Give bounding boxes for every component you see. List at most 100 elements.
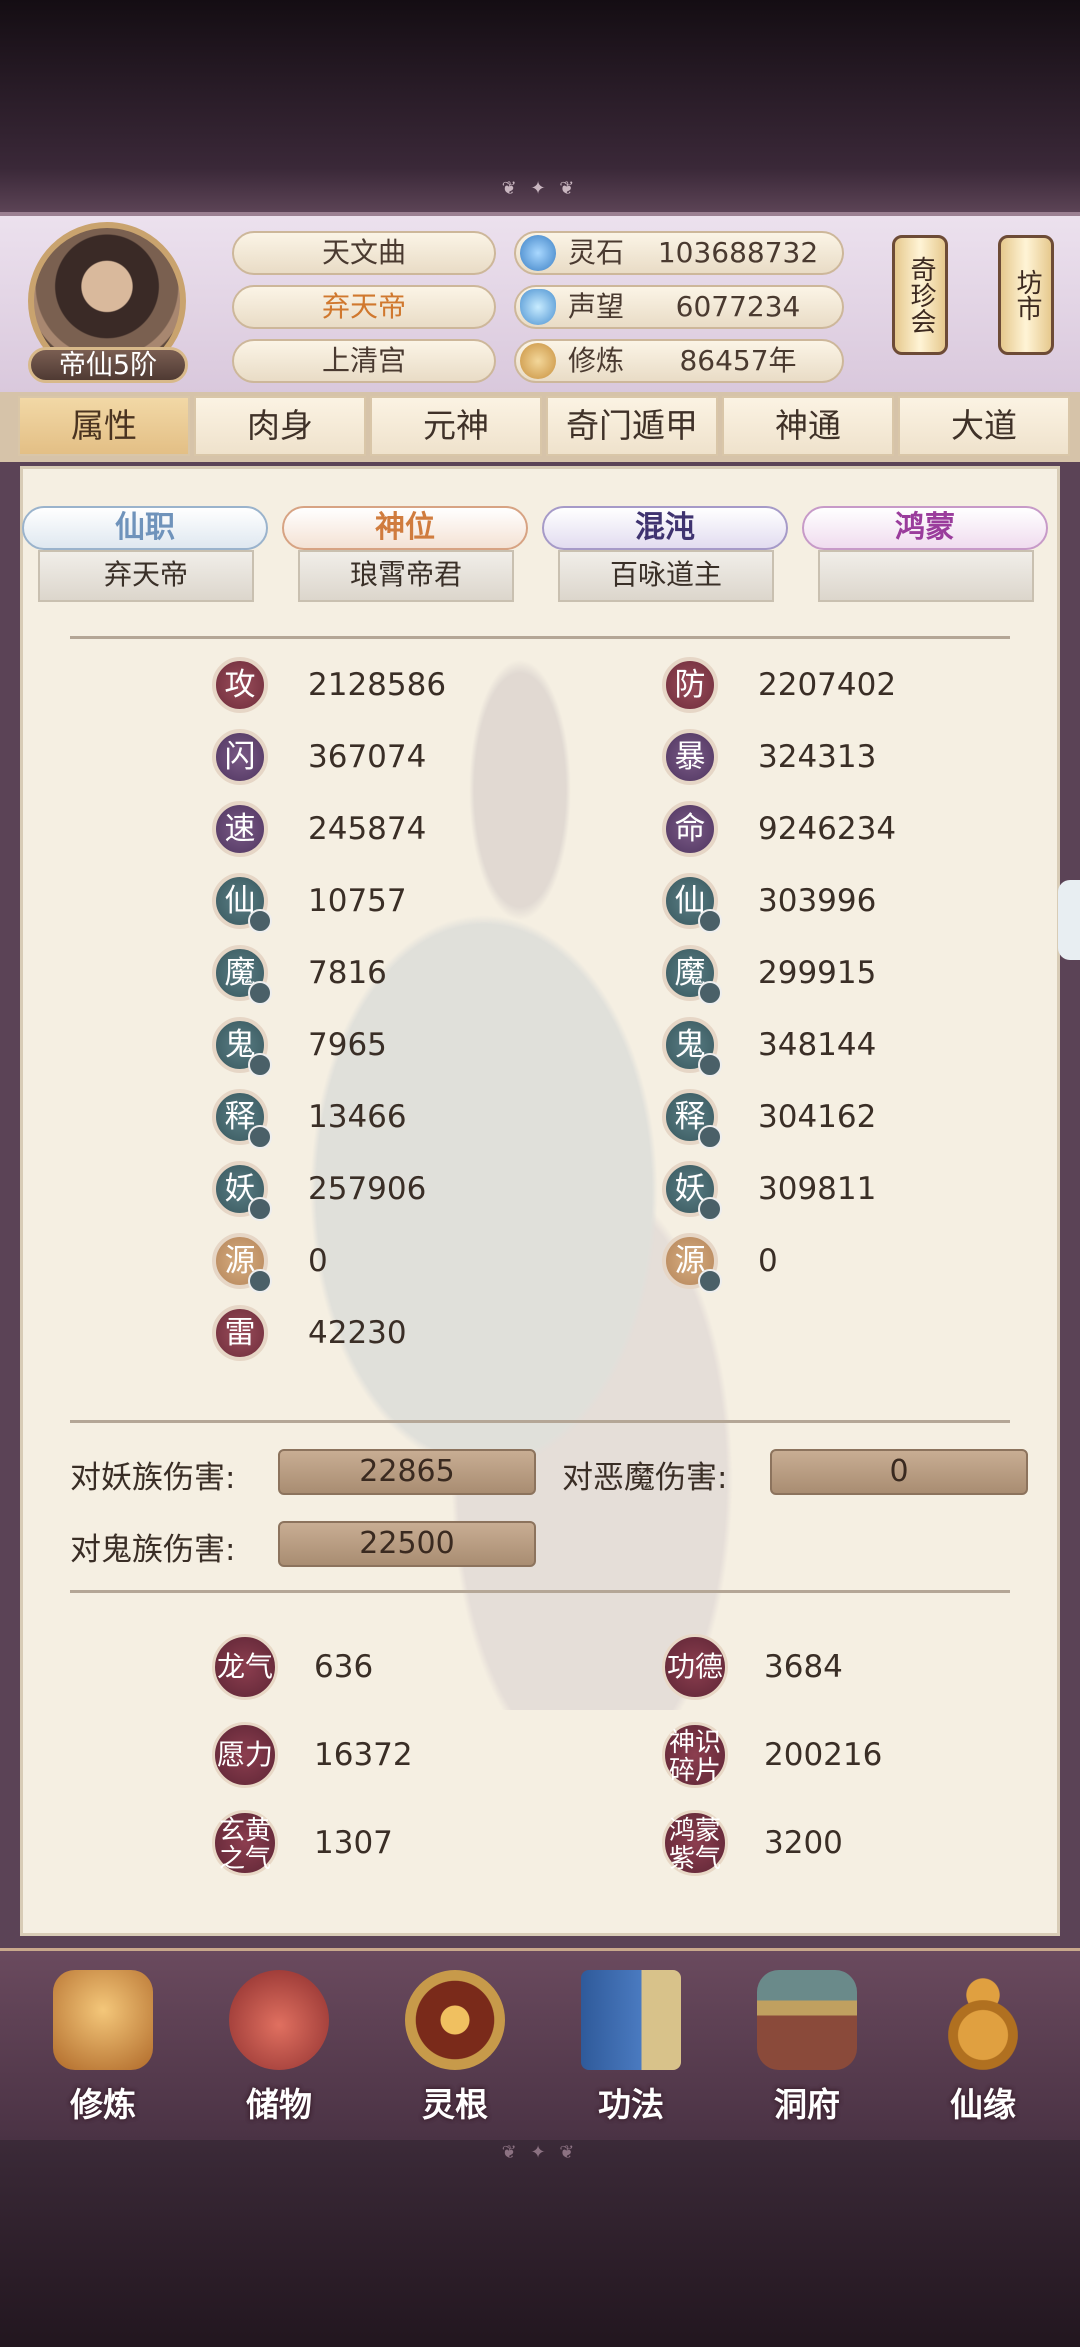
stat-value: 367074 <box>308 739 427 775</box>
reputation-resource: 声望 6077234 <box>514 285 844 329</box>
info-dot-icon <box>248 1125 272 1149</box>
stat-icon: 鬼 <box>212 1017 272 1077</box>
stat-value: 9246234 <box>758 811 897 847</box>
stat-icon: 鬼 <box>662 1017 722 1077</box>
nav-storage[interactable]: 储物 <box>204 1960 354 2130</box>
resource-label: 声望 <box>568 290 625 323</box>
stat-glyph: 速 <box>224 811 256 847</box>
stat-icon: 攻 <box>212 657 268 713</box>
dragon-qi-value: 636 <box>314 1649 374 1685</box>
divider <box>70 1590 1010 1593</box>
nav-cave-dwelling[interactable]: 洞府 <box>732 1960 882 2130</box>
resource-label: 灵石 <box>568 236 625 269</box>
rank-value-shenwei: 琅霄帝君 <box>298 550 514 602</box>
rank-value-hundun: 百咏道主 <box>558 550 774 602</box>
stat-icon: 妖 <box>212 1161 272 1221</box>
stat-icon: 妖 <box>662 1161 722 1221</box>
stat-glyph: 防 <box>674 667 706 703</box>
nav-technique[interactable]: 功法 <box>556 1960 706 2130</box>
cultivation-icon <box>53 1970 153 2070</box>
merit-value: 3684 <box>764 1649 843 1685</box>
stat-icon: 防 <box>662 657 718 713</box>
treasure-fair-button[interactable]: 奇珍会 <box>892 235 948 355</box>
info-dot-icon <box>698 981 722 1005</box>
divine-sense-value: 200216 <box>764 1737 883 1773</box>
nav-label: 功法 <box>598 2085 664 2124</box>
stat-icon: 源 <box>212 1233 272 1293</box>
hongmeng-qi-badge: 鸿蒙 紫气 <box>662 1810 728 1876</box>
stat-value: 299915 <box>758 955 877 991</box>
rank-title-xianzhi: 仙职 <box>22 506 268 550</box>
rank-value-hongmeng <box>818 550 1034 602</box>
crystal-icon <box>520 289 556 325</box>
nav-label: 洞府 <box>774 2085 840 2124</box>
stat-icon: 速 <box>212 801 268 857</box>
bottom-decor-band <box>0 2140 1080 2347</box>
name-pill: 弃天帝 <box>232 285 496 329</box>
stat-value: 13466 <box>308 1099 407 1135</box>
tab-abilities[interactable]: 神通 <box>722 396 894 456</box>
xuanhuang-qi-value: 1307 <box>314 1825 393 1861</box>
stat-icon: 仙 <box>212 873 272 933</box>
stat-glyph: 攻 <box>224 667 256 703</box>
stat-icon: 暴 <box>662 729 718 785</box>
tab-dao[interactable]: 大道 <box>898 396 1070 456</box>
meditation-icon <box>520 343 556 379</box>
cave-dwelling-icon <box>757 1970 857 2070</box>
gourd-icon <box>933 1970 1033 2070</box>
stat-value: 324313 <box>758 739 877 775</box>
technique-book-icon <box>581 1970 681 2070</box>
rank-title-hundun: 混沌 <box>542 506 788 550</box>
rank-value-xianzhi: 弃天帝 <box>38 550 254 602</box>
storage-bag-icon <box>229 1970 329 2070</box>
willpower-value: 16372 <box>314 1737 413 1773</box>
nav-spirit-root[interactable]: 灵根 <box>380 1960 530 2130</box>
rank-title-hongmeng: 鸿蒙 <box>802 506 1048 550</box>
info-dot-icon <box>698 1197 722 1221</box>
market-button[interactable]: 坊市 <box>998 235 1054 355</box>
nav-label: 修炼 <box>70 2085 136 2124</box>
stat-icon: 魔 <box>212 945 272 1005</box>
stat-icon: 释 <box>662 1089 722 1149</box>
dragon-qi-badge: 龙气 <box>212 1634 278 1700</box>
info-dot-icon <box>698 1269 722 1293</box>
stat-value: 303996 <box>758 883 877 919</box>
rank-badge: 帝仙5阶 <box>28 347 188 383</box>
stat-icon: 魔 <box>662 945 722 1005</box>
nav-fate[interactable]: 仙缘 <box>908 1960 1058 2130</box>
stat-icon: 释 <box>212 1089 272 1149</box>
damage-value-demon-race: 22865 <box>278 1449 536 1495</box>
stat-value: 7965 <box>308 1027 387 1063</box>
damage-value-evil-demon: 0 <box>770 1449 1028 1495</box>
stat-value: 309811 <box>758 1171 877 1207</box>
info-dot-icon <box>248 909 272 933</box>
stat-glyph: 雷 <box>224 1315 256 1351</box>
stat-value: 42230 <box>308 1315 407 1351</box>
info-dot-icon <box>248 1269 272 1293</box>
damage-value-ghost-race: 22500 <box>278 1521 536 1567</box>
side-drawer-handle[interactable] <box>1058 880 1080 960</box>
willpower-badge: 愿力 <box>212 1722 278 1788</box>
info-dot-icon <box>698 1125 722 1149</box>
resource-value: 86457年 <box>679 344 797 377</box>
tab-qimen[interactable]: 奇门遁甲 <box>546 396 718 456</box>
divider <box>70 1420 1010 1423</box>
nav-cultivation[interactable]: 修炼 <box>28 1960 178 2130</box>
stat-value: 348144 <box>758 1027 877 1063</box>
info-dot-icon <box>698 909 722 933</box>
tab-body[interactable]: 肉身 <box>194 396 366 456</box>
stat-value: 0 <box>758 1243 778 1279</box>
resource-value: 6077234 <box>675 290 801 323</box>
info-dot-icon <box>248 981 272 1005</box>
merit-badge: 功德 <box>662 1634 728 1700</box>
tab-soul[interactable]: 元神 <box>370 396 542 456</box>
spirit-root-icon <box>405 1970 505 2070</box>
rank-title-shenwei: 神位 <box>282 506 528 550</box>
hongmeng-qi-value: 3200 <box>764 1825 843 1861</box>
stat-icon: 雷 <box>212 1305 268 1361</box>
info-dot-icon <box>248 1197 272 1221</box>
tab-attributes[interactable]: 属性 <box>18 396 190 456</box>
stat-icon: 仙 <box>662 873 722 933</box>
nav-label: 仙缘 <box>950 2085 1016 2124</box>
resource-label: 修炼 <box>568 344 625 377</box>
